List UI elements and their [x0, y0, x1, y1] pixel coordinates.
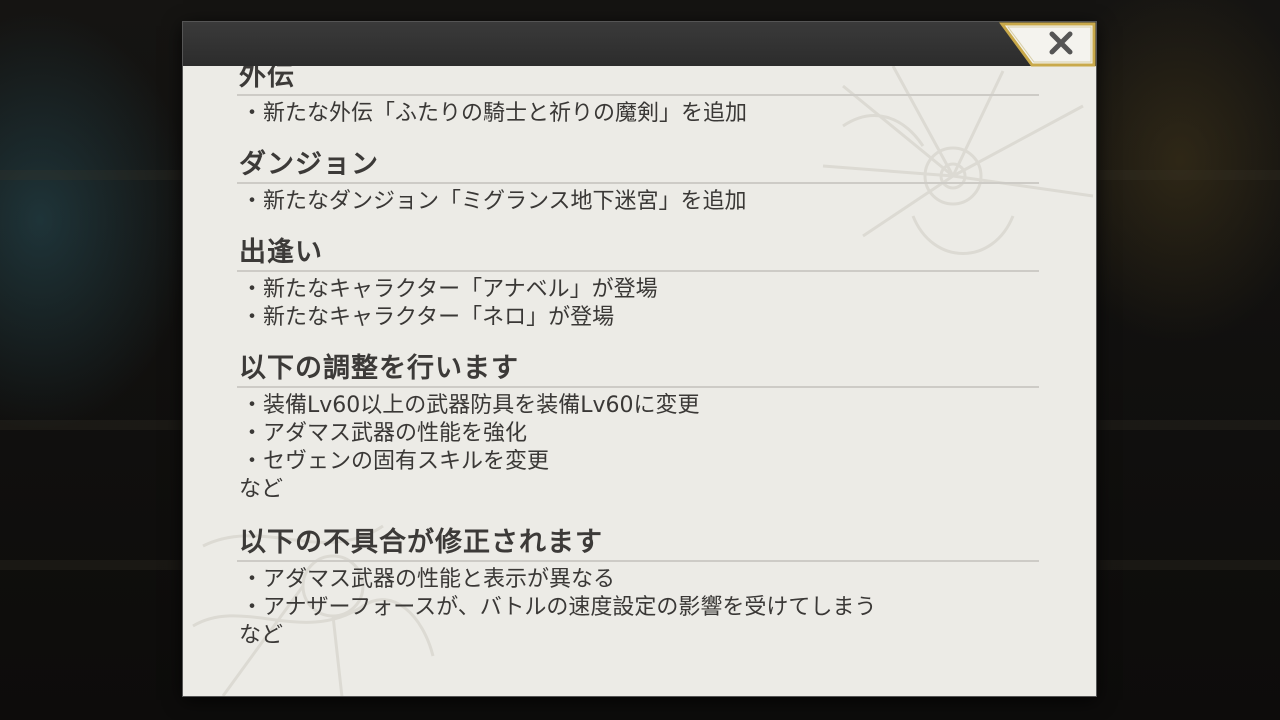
close-button[interactable] — [992, 22, 1096, 67]
dialog-header — [183, 22, 1096, 66]
section-bug-fixes: 以下の不具合が修正されます ・アダマス武器の性能と表示が異なる ・アナザーフォー… — [237, 526, 1039, 650]
notes-list: 外伝 ・新たな外伝「ふたりの騎士と祈りの魔剣」を追加 ダンジョン ・新たなダンジ… — [237, 66, 1039, 650]
list-item: ・アダマス武器の性能と表示が異なる — [241, 567, 616, 592]
list-item: ・装備Lv60以上の武器防具を装備Lv60に変更 — [241, 393, 700, 418]
section-note: など — [239, 623, 284, 648]
list-item: ・アナザーフォースが、バトルの速度設定の影響を受けてしまう — [241, 595, 877, 620]
list-item: ・アダマス武器の性能を強化 — [241, 421, 528, 446]
section-note: など — [239, 477, 284, 502]
list-item: ・新たなダンジョン「ミグランス地下迷宮」を追加 — [241, 189, 747, 214]
section-title: ダンジョン — [237, 148, 1039, 184]
section-dungeon: ダンジョン ・新たなダンジョン「ミグランス地下迷宮」を追加 — [237, 148, 1039, 216]
list-item: ・セヴェンの固有スキルを変更 — [241, 449, 550, 474]
section-title: 以下の不具合が修正されます — [237, 526, 1039, 562]
close-x-icon — [999, 22, 1096, 67]
update-notes-dialog: 外伝 ・新たな外伝「ふたりの騎士と祈りの魔剣」を追加 ダンジョン ・新たなダンジ… — [183, 22, 1096, 696]
list-item: ・新たなキャラクター「ネロ」が登場 — [241, 305, 615, 330]
section-title: 出逢い — [237, 236, 1039, 272]
section-title: 以下の調整を行います — [237, 352, 1039, 388]
section-adjustments: 以下の調整を行います ・装備Lv60以上の武器防具を装備Lv60に変更 ・アダマ… — [237, 352, 1039, 504]
section-encounter: 出逢い ・新たなキャラクター「アナベル」が登場 ・新たなキャラクター「ネロ」が登… — [237, 236, 1039, 332]
list-item: ・新たな外伝「ふたりの騎士と祈りの魔剣」を追加 — [241, 101, 748, 126]
section-title: 外伝 — [237, 66, 1039, 96]
section-side-story: 外伝 ・新たな外伝「ふたりの騎士と祈りの魔剣」を追加 — [237, 66, 1039, 128]
list-item: ・新たなキャラクター「アナベル」が登場 — [241, 277, 658, 302]
dialog-content[interactable]: 外伝 ・新たな外伝「ふたりの騎士と祈りの魔剣」を追加 ダンジョン ・新たなダンジ… — [183, 66, 1096, 696]
